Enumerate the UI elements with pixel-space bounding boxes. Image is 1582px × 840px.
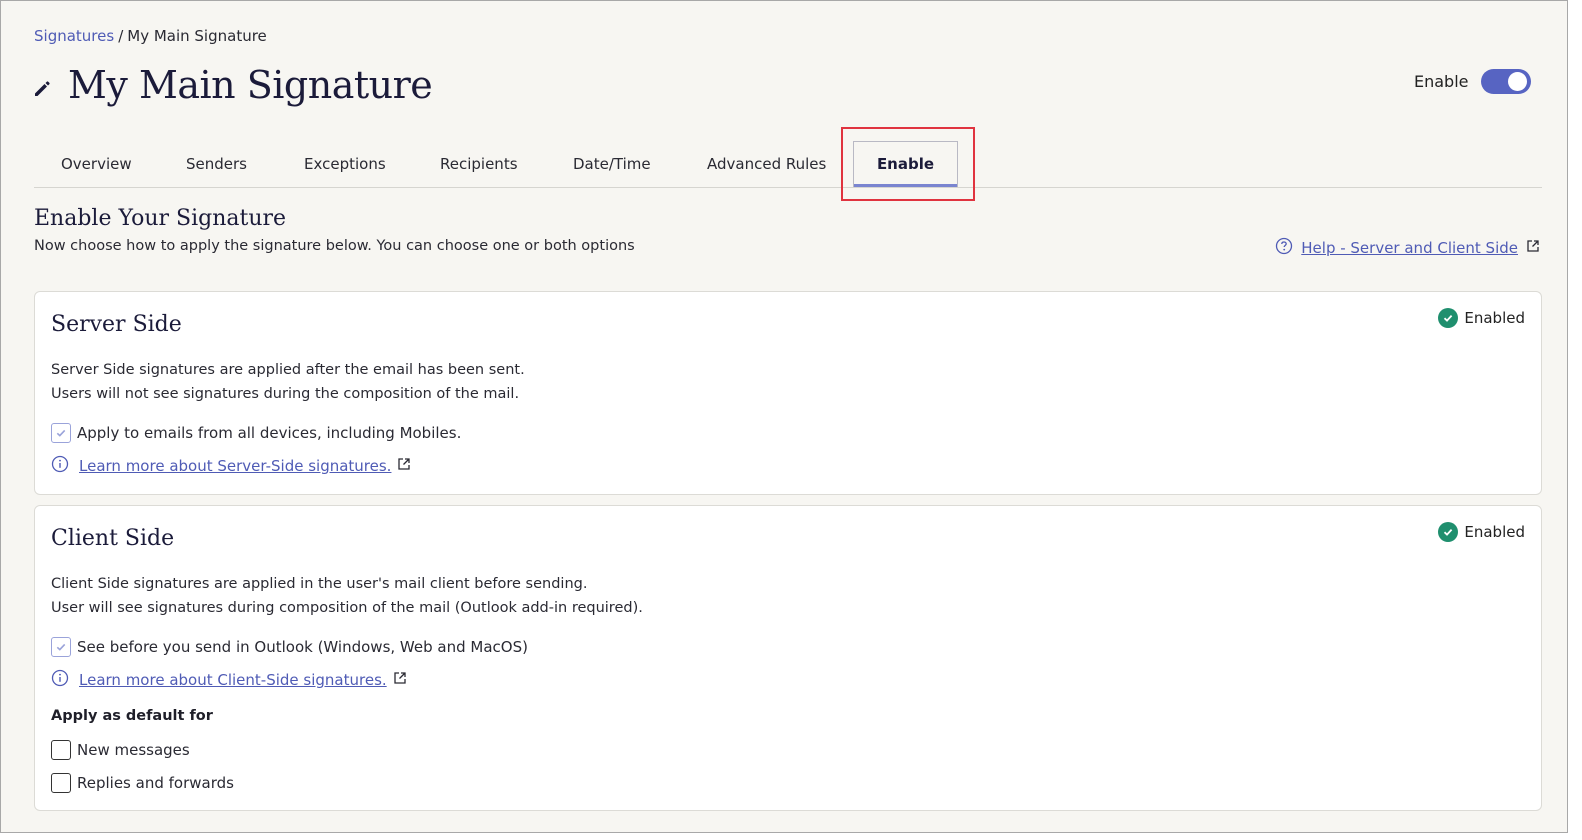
tab-bar: Overview Senders Exceptions Recipients D…: [34, 141, 1542, 188]
default-replies-option: Replies and forwards: [51, 773, 234, 793]
section-title: Enable Your Signature: [34, 206, 287, 231]
toggle-knob: [1507, 71, 1527, 91]
default-replies-checkbox[interactable]: [51, 773, 71, 793]
default-new-messages-label[interactable]: New messages: [77, 741, 190, 759]
help-circle-icon: [1275, 237, 1293, 259]
info-icon: [51, 455, 69, 477]
external-link-icon[interactable]: [397, 457, 411, 475]
server-side-learn-more: Learn more about Server-Side signatures.: [51, 455, 411, 477]
enable-toggle-label: Enable: [1414, 71, 1469, 91]
client-side-title: Client Side: [51, 526, 175, 551]
tab-senders[interactable]: Senders: [186, 141, 247, 187]
breadcrumb-separator: /: [118, 27, 124, 45]
server-side-title: Server Side: [51, 312, 182, 337]
pencil-icon[interactable]: [32, 78, 52, 98]
help-link-group: Help - Server and Client Side: [1275, 237, 1540, 259]
client-side-learn-more: Learn more about Client-Side signatures.: [51, 669, 407, 691]
highlight-box: [841, 127, 975, 201]
external-link-icon[interactable]: [393, 671, 407, 689]
server-side-learn-more-link[interactable]: Learn more about Server-Side signatures.: [79, 457, 391, 475]
default-replies-label[interactable]: Replies and forwards: [77, 774, 234, 792]
tab-date-time[interactable]: Date/Time: [573, 141, 651, 187]
client-side-desc-line1: Client Side signatures are applied in th…: [51, 576, 588, 592]
client-side-status-label: Enabled: [1464, 523, 1525, 541]
enable-toggle-group: Enable: [1414, 68, 1531, 94]
tab-overview[interactable]: Overview: [61, 141, 132, 187]
tab-advanced-rules[interactable]: Advanced Rules: [707, 141, 826, 187]
tab-recipients[interactable]: Recipients: [440, 141, 518, 187]
server-side-mobile-label[interactable]: Apply to emails from all devices, includ…: [77, 424, 461, 442]
check-circle-icon: [1438, 308, 1459, 328]
server-side-status-label: Enabled: [1464, 309, 1525, 327]
client-side-description: Client Side signatures are applied in th…: [51, 572, 643, 620]
enable-toggle[interactable]: [1480, 68, 1531, 94]
client-side-desc-line2: User will see signatures during composit…: [51, 600, 643, 616]
default-new-messages-option: New messages: [51, 740, 190, 760]
server-side-mobile-checkbox[interactable]: [51, 423, 71, 443]
info-icon: [51, 669, 69, 691]
client-side-outlook-label[interactable]: See before you send in Outlook (Windows,…: [77, 638, 528, 656]
external-link-icon[interactable]: [1526, 239, 1540, 257]
tab-exceptions[interactable]: Exceptions: [304, 141, 386, 187]
client-side-outlook-checkbox[interactable]: [51, 637, 71, 657]
client-side-learn-more-link[interactable]: Learn more about Client-Side signatures.: [79, 671, 387, 689]
page-title: My Main Signature: [68, 63, 433, 107]
breadcrumb-signatures-link[interactable]: Signatures: [34, 27, 114, 45]
breadcrumb: Signatures / My Main Signature: [34, 27, 267, 45]
server-side-desc-line1: Server Side signatures are applied after…: [51, 362, 525, 378]
client-side-outlook-option: See before you send in Outlook (Windows,…: [51, 637, 528, 657]
check-circle-icon: [1438, 522, 1459, 542]
help-server-client-link[interactable]: Help - Server and Client Side: [1301, 239, 1518, 257]
section-subtitle: Now choose how to apply the signature be…: [34, 238, 635, 254]
app-frame: Signatures / My Main Signature My Main Sig…: [0, 0, 1568, 833]
server-side-desc-line2: Users will not see signatures during the…: [51, 386, 520, 402]
server-side-card: Server Side Enabled Server Side signatur…: [34, 291, 1542, 495]
server-side-mobile-option: Apply to emails from all devices, includ…: [51, 423, 461, 443]
default-new-messages-checkbox[interactable]: [51, 740, 71, 760]
breadcrumb-current: My Main Signature: [127, 27, 267, 45]
client-side-card: Client Side Enabled Client Side signatur…: [34, 505, 1542, 811]
client-side-status: Enabled: [1438, 522, 1525, 542]
server-side-description: Server Side signatures are applied after…: [51, 358, 525, 406]
server-side-status: Enabled: [1438, 308, 1525, 328]
apply-default-heading: Apply as default for: [51, 708, 213, 724]
